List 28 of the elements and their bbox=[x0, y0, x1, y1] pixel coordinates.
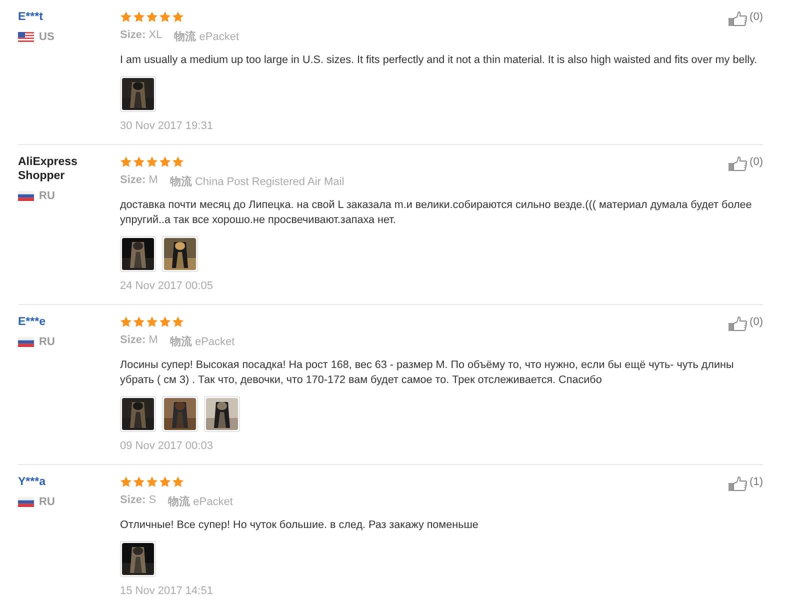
country-code: RU bbox=[39, 190, 55, 202]
reviewer-name: AliExpress Shopper bbox=[18, 155, 78, 183]
shipping-info: 物流 ePacket bbox=[168, 494, 233, 509]
shipping-info: 物流 ePacket bbox=[174, 30, 240, 44]
reviewer-name[interactable]: E***e bbox=[18, 315, 88, 329]
size-info: Size: XL bbox=[120, 29, 162, 43]
helpful-button[interactable]: (0) bbox=[728, 11, 763, 27]
shipping-info: 物流 ePacket bbox=[170, 334, 235, 349]
review-date: 24 Nov 2017 00:05 bbox=[120, 280, 214, 292]
review-date: 30 Nov 2017 19:31 bbox=[120, 120, 214, 132]
review-text: Лосины супер! Высокая посадка! На рост 168, вес 63 - размер М. По объёму то, что нужно, если бы ещё чуть- чуть длины убрать ( см 3) . Так что, девочки, что 170-172 вам будет самое то. Трек отслеживается. Спасибо bbox=[120, 358, 735, 388]
review-date: 09 Nov 2017 00:03 bbox=[120, 440, 214, 452]
shipping-info: 物流 China Post Registered Air Mail bbox=[170, 174, 344, 189]
helpful-button[interactable]: (0) bbox=[728, 156, 763, 172]
size-info: Size: M bbox=[120, 174, 158, 188]
helpful-button[interactable]: (0) bbox=[728, 316, 763, 332]
size-info: Size: S bbox=[120, 494, 156, 508]
country-code: RU bbox=[39, 496, 55, 508]
size-info: Size: M bbox=[120, 334, 158, 348]
review-date: 15 Nov 2017 14:51 bbox=[120, 585, 214, 597]
review-text: Отличные! Все супер! Но чуток большие. в след. Раз закажу поменьше bbox=[120, 518, 480, 533]
country-code: US bbox=[39, 31, 54, 43]
helpful-button[interactable]: (1) bbox=[728, 476, 763, 492]
reviewer-name[interactable]: E***t bbox=[18, 10, 88, 24]
review-text: I am usually a medium up too large in U.S. sizes. It fits perfectly and it not a thin material. It is also high waisted and fits over my belly. bbox=[120, 53, 758, 68]
review-text: доставка почти месяц до Липецка. на свой L заказала m.и велики.собираются сильно везде.((( материал думала будет более упругий..а так все хорошо.не просвечивают.запаха нет. bbox=[120, 198, 753, 228]
country-code: RU bbox=[39, 336, 55, 348]
reviewer-name[interactable]: Y***a bbox=[18, 475, 88, 489]
